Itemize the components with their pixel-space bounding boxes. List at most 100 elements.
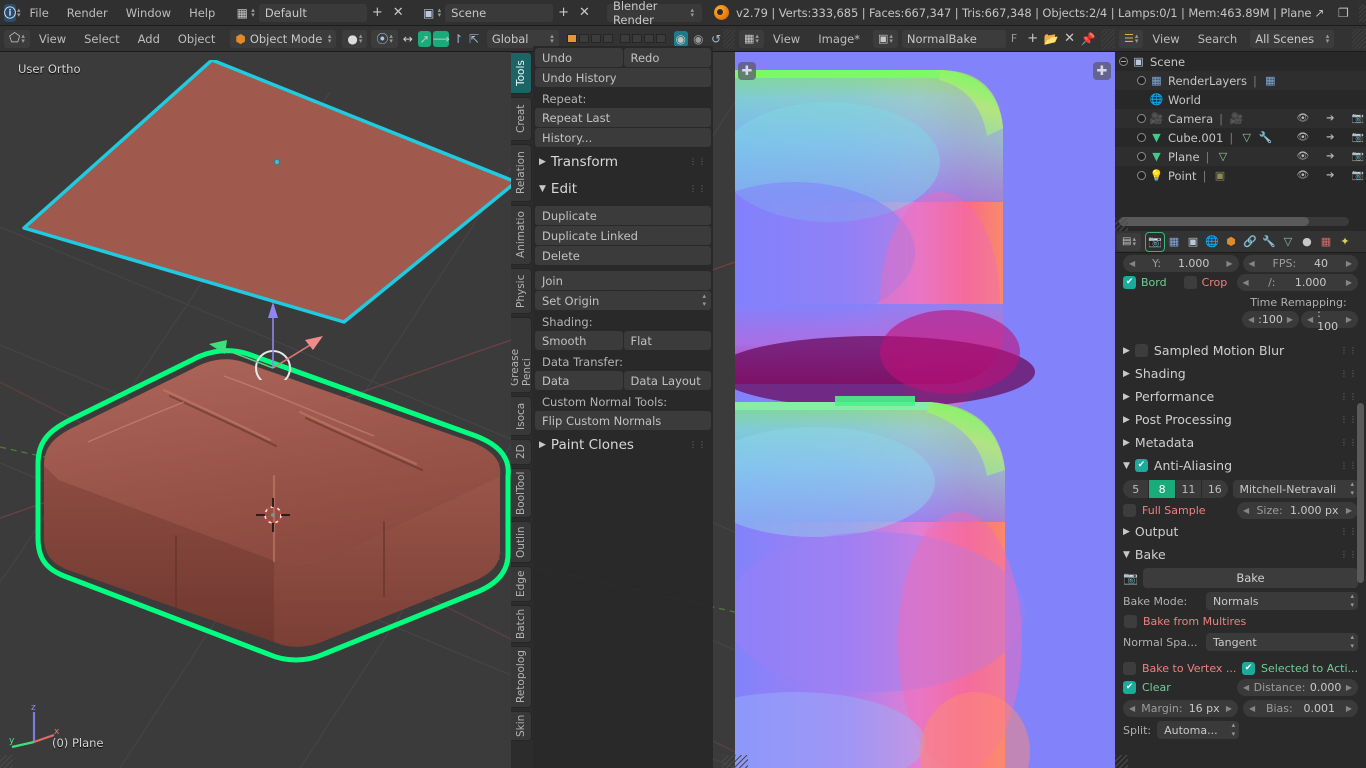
restrict-select-icon-cube[interactable]: ➔ — [1326, 132, 1334, 143]
crop-checkbox[interactable] — [1183, 276, 1197, 289]
viewport-shading-select[interactable]: ● ▴ ▾ — [342, 29, 368, 48]
increment-icon-dist[interactable]: ▶ — [1346, 683, 1352, 692]
menu-help[interactable]: Help — [180, 3, 224, 23]
open-image-icon[interactable]: 📂 — [1043, 31, 1059, 47]
tab-isocam[interactable]: Isoca — [511, 396, 532, 436]
scene-spinner[interactable]: ▴ ▾ — [438, 6, 442, 18]
layer-4[interactable] — [602, 34, 613, 43]
increment-icon[interactable]: ▶ — [1226, 259, 1232, 268]
new-image-button[interactable]: + — [1022, 31, 1043, 46]
outliner-row-world[interactable]: 🌐 World — [1115, 90, 1366, 109]
image-zoom-handle-left[interactable]: ✚ — [738, 62, 756, 80]
section-post-processing[interactable]: ▶ Post Processing ⋮⋮ — [1115, 408, 1366, 431]
anti-aliasing-checkbox[interactable] — [1134, 459, 1148, 472]
properties-tab-material[interactable]: ● — [1298, 233, 1316, 251]
properties-tab-data[interactable]: ▽ — [1279, 233, 1297, 251]
restrict-render-icon[interactable]: 📷 — [1352, 113, 1364, 124]
layer-7[interactable] — [643, 34, 654, 43]
restrict-view-icon-plane[interactable]: 👁 — [1296, 151, 1309, 162]
interaction-mode-spinner[interactable]: ▴ ▾ — [328, 32, 332, 44]
properties-scrollbar[interactable] — [1357, 403, 1364, 583]
fps-field[interactable]: ◀ FPS: 40 ▶ — [1242, 255, 1358, 272]
restrict-render-icon-cube[interactable]: 📷 — [1352, 132, 1364, 143]
decrement-icon-bias[interactable]: ◀ — [1249, 704, 1255, 713]
proportional-edit-icon[interactable]: ◉ — [673, 30, 688, 47]
maximize-icon[interactable]: ↗ — [1311, 5, 1327, 21]
outliner-horizontal-scrollbar[interactable] — [1119, 217, 1349, 226]
render-preview-icon[interactable]: ◉ — [692, 31, 706, 47]
viewport-editor-type-spinner[interactable]: ▴ ▾ — [21, 32, 25, 44]
bake-to-vertex-checkbox[interactable] — [1123, 662, 1136, 675]
outliner-menu-view[interactable]: View — [1143, 29, 1188, 49]
increment-icon-old[interactable]: ▶ — [1287, 315, 1293, 324]
panel-drag-dots-output[interactable]: ⋮⋮ — [1340, 527, 1358, 535]
properties-tab-renderlayers[interactable]: ▦ — [1165, 233, 1183, 251]
layer-2[interactable] — [578, 34, 589, 43]
restrict-select-icon-point[interactable]: ➔ — [1326, 170, 1334, 181]
clear-checkbox[interactable] — [1123, 681, 1136, 694]
lamp-data-icon[interactable]: ▣ — [1212, 168, 1227, 183]
scene-field[interactable]: Scene — [445, 3, 554, 22]
increment-icon-margin[interactable]: ▶ — [1226, 704, 1232, 713]
duplicate-button[interactable]: Duplicate — [535, 206, 711, 225]
section-sampled-motion-blur[interactable]: ▶ Sampled Motion Blur ⋮⋮ — [1115, 339, 1366, 362]
increment-icon-aspect[interactable]: ▶ — [1346, 278, 1352, 287]
panel-drag-dots-edit[interactable]: ⋮⋮ — [689, 185, 707, 193]
screen-layout-spinner[interactable]: ▴ ▾ — [251, 6, 255, 18]
shade-flat-button[interactable]: Flat — [623, 331, 711, 350]
properties-tab-modifiers[interactable]: 🔧 — [1260, 233, 1278, 251]
tab-2d[interactable]: 2D — [511, 439, 532, 465]
outliner-editor-type-spinner[interactable]: ▴ ▾ — [1135, 32, 1139, 44]
properties-tab-scene[interactable]: ▣ — [1184, 233, 1202, 251]
tab-tools[interactable]: Tools — [511, 52, 532, 94]
decrement-icon-fps[interactable]: ◀ — [1249, 259, 1255, 268]
restrict-render-icon-point[interactable]: 📷 — [1352, 170, 1364, 181]
add-screen-layout-button[interactable]: + — [367, 5, 388, 20]
expand-toggle-icon[interactable] — [1119, 57, 1128, 66]
tab-relations[interactable]: Relation — [511, 144, 532, 202]
margin-field[interactable]: ◀ Margin: 16 px ▶ — [1123, 700, 1238, 717]
viewport-corner-grip[interactable] — [0, 755, 13, 768]
manipulator-translate-icon[interactable]: ➚ — [417, 30, 432, 47]
menu-file[interactable]: File — [21, 3, 58, 23]
increment-icon-new[interactable]: ▶ — [1346, 315, 1352, 324]
tab-skin[interactable]: Skin — [511, 711, 532, 741]
properties-tab-world[interactable]: 🌐 — [1203, 233, 1221, 251]
viewport-menu-add[interactable]: Add — [129, 29, 169, 49]
bake-button[interactable]: Bake — [1142, 568, 1358, 588]
outliner-tree[interactable]: ▣ Scene ▦ RenderLayers | ▦ 🌐 World 🎥 Cam… — [1115, 52, 1366, 231]
snap-during-transform-icon[interactable]: ↔ — [401, 31, 415, 47]
window-resize-grip[interactable] — [1359, 3, 1366, 22]
manipulator-rotate-icon[interactable]: ↾ — [451, 31, 465, 47]
undo-curve-icon[interactable]: ↺ — [709, 31, 723, 47]
full-sample-checkbox[interactable] — [1123, 504, 1136, 517]
panel-drag-dots-post[interactable]: ⋮⋮ — [1340, 415, 1358, 423]
pivot-spinner[interactable]: ▴ ▾ — [389, 32, 393, 44]
manipulator-translate-toggle-icon[interactable]: ⟶ — [433, 30, 450, 47]
panel-drag-dots[interactable]: ⋮⋮ — [689, 158, 707, 166]
panel-drag-dots-meta[interactable]: ⋮⋮ — [1340, 438, 1358, 446]
increment-icon-bias[interactable]: ▶ — [1346, 704, 1352, 713]
viewport-editor-type-button[interactable]: ⬠ ▴ ▾ — [4, 29, 30, 48]
viewport-menu-object[interactable]: Object — [169, 29, 224, 49]
decrement-icon[interactable]: ◀ — [1129, 259, 1135, 268]
modifier-wrench-icon[interactable]: 🔧 — [1258, 130, 1273, 145]
copy-window-icon[interactable]: ❐ — [1335, 5, 1351, 21]
expand-toggle-icon-point[interactable] — [1137, 171, 1146, 180]
expand-toggle-icon-cam[interactable] — [1137, 114, 1146, 123]
image-menu-image[interactable]: Image* — [809, 29, 869, 49]
menu-render[interactable]: Render — [58, 3, 117, 23]
image-corner-grip[interactable] — [735, 755, 748, 768]
aa-sample-11[interactable]: 11 — [1175, 480, 1202, 498]
panel-drag-dots-aa[interactable]: ⋮⋮ — [1340, 461, 1358, 469]
section-bake[interactable]: ▼ Bake ⋮⋮ — [1115, 543, 1366, 566]
outliner-row-cube001[interactable]: ▼ Cube.001 | ▽ 🔧 👁 ➔ 📷 — [1115, 128, 1366, 147]
manipulator-scale-icon[interactable]: ⇱ — [467, 31, 481, 47]
layer-6[interactable] — [631, 34, 642, 43]
repeat-last-button[interactable]: Repeat Last — [535, 108, 711, 127]
outliner-display-mode[interactable]: All Scenes ▴ ▾ — [1250, 29, 1335, 48]
tab-grease-pencil[interactable]: Grease Penci — [511, 317, 532, 393]
screen-layout-field[interactable]: Default — [258, 3, 367, 22]
panel-drag-dots-smb[interactable]: ⋮⋮ — [1340, 346, 1358, 354]
properties-corner-grip[interactable] — [1115, 755, 1128, 768]
